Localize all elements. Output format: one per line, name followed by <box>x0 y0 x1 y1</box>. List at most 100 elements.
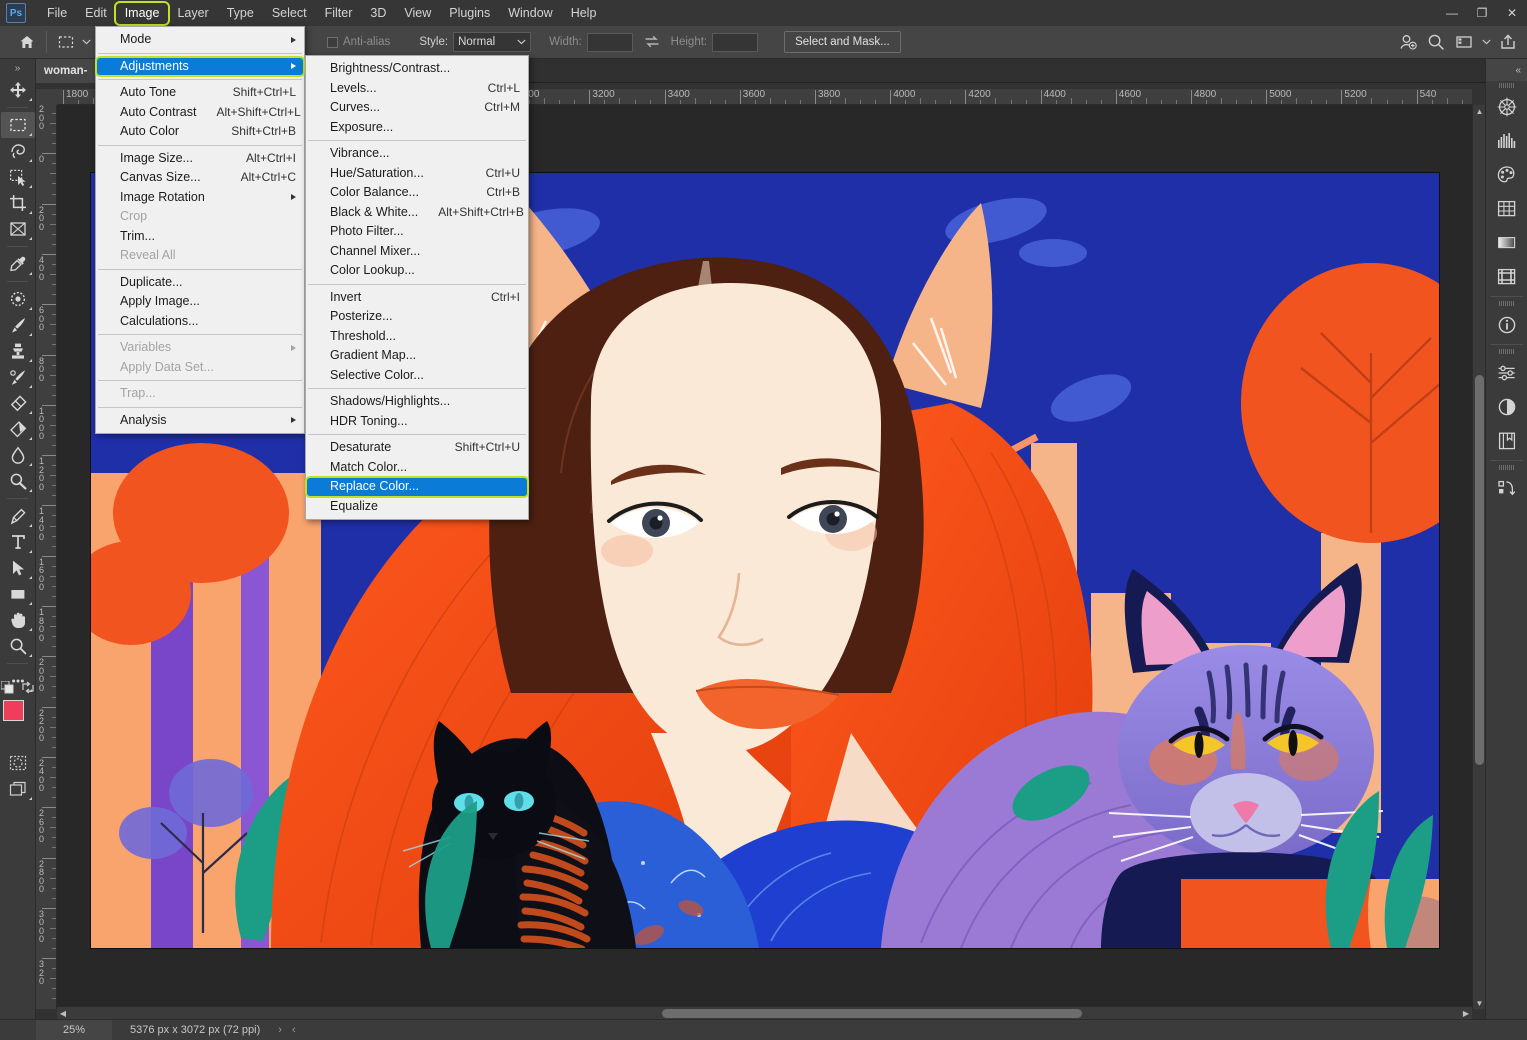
horizontal-scrollbar[interactable]: ◀ ▶ <box>57 1006 1472 1019</box>
quick-mask-icon[interactable] <box>1 750 35 776</box>
menu-item-curves[interactable]: Curves... Ctrl+M <box>306 98 528 118</box>
minimize-button[interactable]: — <box>1437 0 1467 26</box>
gradient-tool[interactable] <box>1 416 35 442</box>
move-tool[interactable] <box>1 77 35 103</box>
menu-item-brightness-contrast[interactable]: Brightness/Contrast... <box>306 59 528 79</box>
menu-item-desaturate[interactable]: Desaturate Shift+Ctrl+U <box>306 438 528 458</box>
menu-item-levels[interactable]: Levels... Ctrl+L <box>306 79 528 99</box>
menu-item-photo-filter[interactable]: Photo Filter... <box>306 222 528 242</box>
workspace-icon[interactable] <box>1451 29 1477 55</box>
menu-item-invert[interactable]: Invert Ctrl+I <box>306 288 528 308</box>
menu-item-trap[interactable]: Trap... <box>96 384 304 404</box>
menu-item-auto-tone[interactable]: Auto Tone Shift+Ctrl+L <box>96 83 304 103</box>
menu-view[interactable]: View <box>395 3 440 24</box>
path-selection-tool[interactable] <box>1 555 35 581</box>
pen-tool[interactable] <box>1 503 35 529</box>
antialias-checkbox-box[interactable] <box>327 36 338 48</box>
menu-item-image-rotation[interactable]: Image Rotation <box>96 188 304 208</box>
menu-item-hue-saturation[interactable]: Hue/Saturation... Ctrl+U <box>306 164 528 184</box>
rail-grip[interactable] <box>1486 347 1527 356</box>
menu-image[interactable]: Image <box>113 0 171 26</box>
eraser-tool[interactable] <box>1 390 35 416</box>
rail-collapse-button[interactable]: « <box>1486 59 1527 81</box>
brush-tool[interactable] <box>1 312 35 338</box>
menu-edit[interactable]: Edit <box>76 3 116 24</box>
menu-item-apply-data-set[interactable]: Apply Data Set... <box>96 358 304 378</box>
blur-tool[interactable] <box>1 442 35 468</box>
menu-item-match-color[interactable]: Match Color... <box>306 458 528 478</box>
menu-item-replace-color[interactable]: Replace Color... <box>305 476 529 498</box>
home-icon[interactable] <box>14 29 40 55</box>
rectangular-marquee-icon[interactable] <box>53 29 79 55</box>
adjustment-layer-icon[interactable] <box>1486 390 1527 424</box>
actions-icon[interactable] <box>1486 472 1527 506</box>
scroll-down-arrow-icon[interactable]: ▼ <box>1473 997 1486 1009</box>
object-selection-tool[interactable] <box>1 164 35 190</box>
zoom-tool[interactable] <box>1 633 35 659</box>
search-icon[interactable] <box>1423 29 1449 55</box>
menu-item-exposure[interactable]: Exposure... <box>306 118 528 138</box>
menu-item-canvas-size[interactable]: Canvas Size... Alt+Ctrl+C <box>96 168 304 188</box>
spot-healing-brush-tool[interactable] <box>1 286 35 312</box>
document-tab[interactable]: woman- <box>36 59 97 83</box>
clone-stamp-tool[interactable] <box>1 338 35 364</box>
add-user-icon[interactable] <box>1395 29 1421 55</box>
menu-plugins[interactable]: Plugins <box>440 3 499 24</box>
status-prev-arrow[interactable]: ‹ <box>292 1024 296 1036</box>
vertical-ruler[interactable]: 200 0 200 400 600 800 1000 1200 1400 1600 1800 2000… <box>36 105 57 1009</box>
menu-item-color-lookup[interactable]: Color Lookup... <box>306 261 528 281</box>
maximize-button[interactable]: ❐ <box>1467 0 1497 26</box>
menu-3d[interactable]: 3D <box>361 3 395 24</box>
menu-window[interactable]: Window <box>499 3 561 24</box>
menu-item-reveal-all[interactable]: Reveal All <box>96 246 304 266</box>
gradients-icon[interactable] <box>1486 226 1527 260</box>
grid-pattern-icon[interactable] <box>1486 192 1527 226</box>
menu-item-image-size[interactable]: Image Size... Alt+Ctrl+I <box>96 149 304 169</box>
menu-item-selective-color[interactable]: Selective Color... <box>306 366 528 386</box>
swatches-palette-icon[interactable] <box>1486 158 1527 192</box>
adjustments-icon[interactable] <box>1486 356 1527 390</box>
select-and-mask-button[interactable]: Select and Mask... <box>784 31 901 53</box>
rectangular-marquee-tool[interactable] <box>1 112 35 138</box>
menu-item-auto-contrast[interactable]: Auto Contrast Alt+Shift+Ctrl+L <box>96 103 304 123</box>
menu-filter[interactable]: Filter <box>316 3 362 24</box>
menu-item-auto-color[interactable]: Auto Color Shift+Ctrl+B <box>96 122 304 142</box>
menu-item-hdr-toning[interactable]: HDR Toning... <box>306 412 528 432</box>
menu-select[interactable]: Select <box>263 3 316 24</box>
foreground-color-swatch[interactable] <box>3 700 24 721</box>
color-wheel-icon[interactable] <box>1486 90 1527 124</box>
adjustments-submenu-dropdown[interactable]: Brightness/Contrast... Levels... Ctrl+L Cur… <box>305 55 529 520</box>
chevron-down-icon[interactable] <box>1479 29 1493 55</box>
toolbar-collapse-button[interactable]: » <box>0 59 35 77</box>
menu-item-channel-mixer[interactable]: Channel Mixer... <box>306 242 528 262</box>
menu-file[interactable]: File <box>38 3 76 24</box>
menu-item-posterize[interactable]: Posterize... <box>306 307 528 327</box>
rail-grip[interactable] <box>1486 463 1527 472</box>
menu-item-vibrance[interactable]: Vibrance... <box>306 144 528 164</box>
menu-item-color-balance[interactable]: Color Balance... Ctrl+B <box>306 183 528 203</box>
menu-item-equalize[interactable]: Equalize <box>306 497 528 517</box>
swap-arrows-icon[interactable] <box>639 29 665 55</box>
image-menu-dropdown[interactable]: Mode Adjustments Auto Tone Shift+Ctrl+L Auto… <box>95 26 305 434</box>
width-input[interactable] <box>586 32 633 52</box>
menu-item-threshold[interactable]: Threshold... <box>306 327 528 347</box>
eyedropper-tool[interactable] <box>1 251 35 277</box>
info-icon[interactable] <box>1486 308 1527 342</box>
patterns-icon[interactable] <box>1486 260 1527 294</box>
crop-tool[interactable] <box>1 190 35 216</box>
libraries-icon[interactable] <box>1486 424 1527 458</box>
menu-item-analysis[interactable]: Analysis <box>96 411 304 431</box>
menu-item-variables[interactable]: Variables <box>96 338 304 358</box>
menu-item-duplicate[interactable]: Duplicate... <box>96 273 304 293</box>
menu-item-mode[interactable]: Mode <box>96 30 304 50</box>
close-button[interactable]: ✕ <box>1497 0 1527 26</box>
antialias-checkbox[interactable]: Anti-alias <box>327 36 395 48</box>
menu-item-calculations[interactable]: Calculations... <box>96 312 304 332</box>
rail-grip[interactable] <box>1486 81 1527 90</box>
frame-tool[interactable] <box>1 216 35 242</box>
lasso-tool[interactable] <box>1 138 35 164</box>
rail-grip[interactable] <box>1486 299 1527 308</box>
vertical-scrollbar-thumb[interactable] <box>1475 375 1484 765</box>
menu-item-adjustments[interactable]: Adjustments <box>95 55 305 77</box>
tool-preset-chevron-icon[interactable] <box>79 29 93 55</box>
